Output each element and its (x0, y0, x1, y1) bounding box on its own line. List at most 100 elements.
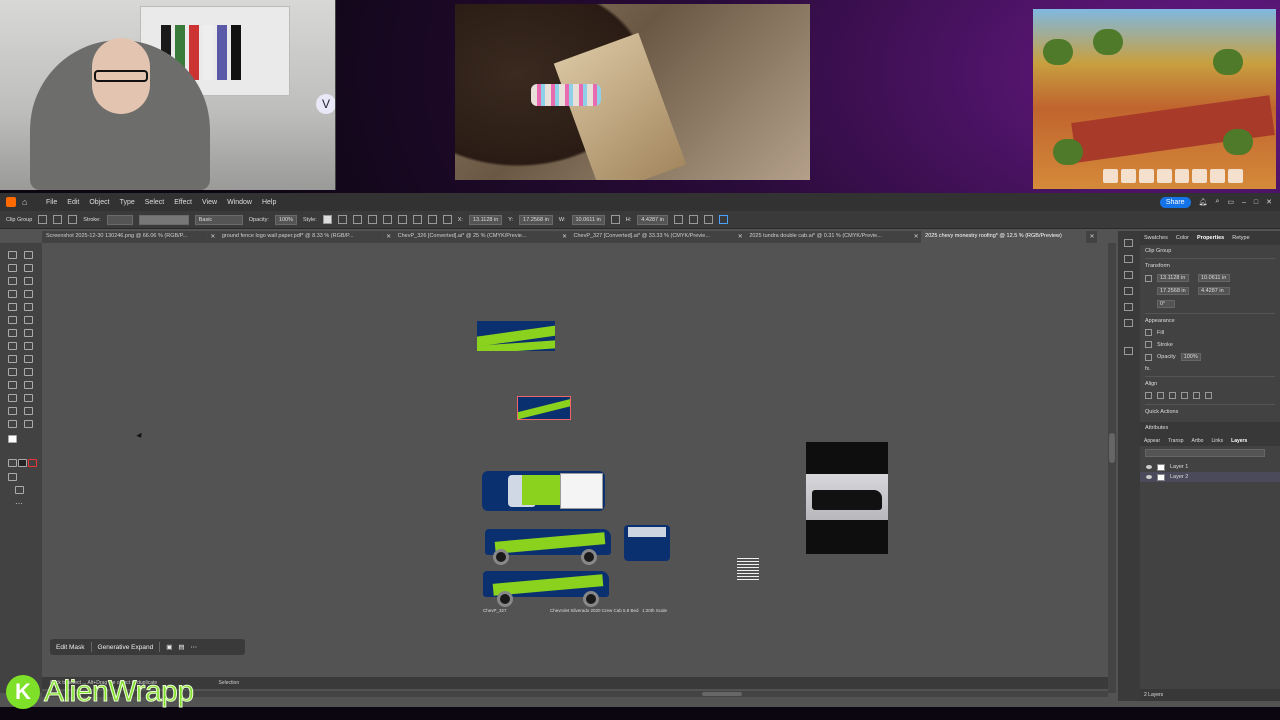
perspective-tool-icon[interactable] (24, 355, 33, 363)
truck-photo[interactable] (806, 442, 888, 554)
tab-transparency[interactable]: Transp (1168, 438, 1183, 444)
menu-effect[interactable]: Effect (174, 199, 192, 206)
draw-mode-icon[interactable] (8, 473, 17, 481)
close-tab-icon[interactable]: ✕ (383, 231, 394, 243)
layer-row[interactable]: Layer 1 (1140, 462, 1280, 472)
tab-layers[interactable]: Layers (1231, 438, 1247, 444)
hand-tool-icon[interactable] (8, 420, 17, 428)
close-tab-icon[interactable]: ✕ (559, 231, 570, 243)
layers-search-input[interactable] (1145, 449, 1265, 457)
fx-button[interactable]: fx. (1145, 366, 1275, 372)
truck-rear-view-artwork[interactable] (624, 525, 670, 561)
crop-icon[interactable]: ▤ (178, 643, 184, 651)
type-tool-icon[interactable] (8, 290, 17, 298)
tab-links[interactable]: Links (1211, 438, 1223, 444)
text-block-artwork[interactable] (737, 558, 759, 582)
close-tab-icon[interactable]: ✕ (735, 231, 746, 243)
color-mode-icon[interactable] (8, 459, 17, 467)
transform-x-field[interactable]: 13.1128 in (1157, 274, 1189, 282)
tab-properties[interactable]: Properties (1197, 235, 1224, 241)
logo-banner-artwork[interactable] (477, 321, 555, 351)
character-icon[interactable] (1124, 271, 1133, 279)
menu-object[interactable]: Object (89, 199, 109, 206)
quick-action-icon[interactable] (718, 215, 728, 224)
zoom-tool-icon[interactable] (24, 420, 33, 428)
symbol-sprayer-tool-icon[interactable] (8, 394, 17, 402)
doc-tab[interactable]: 2025 tundra double cab.ai* @ 0.31 % (CMY… (745, 231, 912, 243)
w-field[interactable]: 10.0611 in (571, 214, 605, 225)
tab-color[interactable]: Color (1176, 235, 1189, 241)
artboard-tool-icon[interactable] (8, 407, 17, 415)
constrain-link-icon[interactable] (610, 215, 620, 224)
screen-mode-icon[interactable] (15, 486, 24, 494)
free-transform-tool-icon[interactable] (24, 342, 33, 350)
horizontal-scrollbar[interactable] (42, 691, 1108, 697)
gradient-mode-icon[interactable] (18, 459, 27, 467)
isolate-icon[interactable] (38, 215, 48, 224)
actions-icon[interactable] (1124, 347, 1133, 355)
align-top-icon[interactable] (397, 215, 407, 224)
edit-mask-button[interactable]: Edit Mask (56, 644, 85, 651)
transform-y-field[interactable]: 17.2568 in (1157, 287, 1189, 295)
truck-side-right-artwork[interactable] (483, 565, 609, 607)
distribute-icon[interactable] (703, 215, 713, 224)
home-icon[interactable]: ⌂ (22, 197, 32, 207)
menu-select[interactable]: Select (145, 199, 164, 206)
visibility-icon[interactable] (1146, 465, 1152, 469)
reference-point-icon[interactable] (1145, 274, 1152, 282)
maximize-icon[interactable]: □ (1254, 199, 1258, 206)
gradient-tool-icon[interactable] (24, 368, 33, 376)
tab-swatches[interactable]: Swatches (1144, 235, 1168, 241)
align-bottom-icon[interactable] (427, 215, 437, 224)
doc-tab[interactable]: ground fence logo wall paper.pdf* @ 8.33… (217, 231, 384, 243)
reference-point-icon[interactable] (442, 215, 452, 224)
y-field[interactable]: 17.2568 in (519, 214, 553, 225)
transform-w-field[interactable]: 10.0611 in (1198, 274, 1230, 282)
share-button[interactable]: Share (1159, 196, 1191, 208)
rotate-angle-field[interactable]: 0° (1157, 300, 1175, 308)
opacity-field[interactable]: 100% (1180, 353, 1201, 361)
stroke-swatch-icon[interactable] (1145, 341, 1152, 348)
menu-help[interactable]: Help (262, 199, 276, 206)
minimize-icon[interactable]: – (1242, 199, 1246, 206)
scale-tool-icon[interactable] (24, 329, 33, 337)
paintbrush-tool-icon[interactable] (24, 303, 33, 311)
eyedropper-tool-icon[interactable] (8, 381, 17, 389)
align-right-icon[interactable] (382, 215, 392, 224)
pen-tool-icon[interactable] (8, 277, 17, 285)
doc-tab[interactable]: ChevP_327 [Converted].ai* @ 33.33 % (CMY… (569, 231, 736, 243)
menu-type[interactable]: Type (120, 199, 135, 206)
arrange-icon[interactable] (688, 215, 698, 224)
menu-view[interactable]: View (202, 199, 217, 206)
opacity-field[interactable]: 100% (274, 214, 297, 225)
layer-row[interactable]: Layer 2 (1140, 472, 1280, 482)
slice-tool-icon[interactable] (24, 407, 33, 415)
paragraph-icon[interactable] (1124, 287, 1133, 295)
lasso-tool-icon[interactable] (24, 264, 33, 272)
tab-retype[interactable]: Retype (1232, 235, 1249, 241)
menu-window[interactable]: Window (227, 199, 252, 206)
truck-side-left-artwork[interactable] (485, 523, 611, 565)
none-mode-icon[interactable] (28, 459, 37, 467)
selected-banner-artwork[interactable] (517, 396, 571, 420)
shape-builder-tool-icon[interactable] (8, 355, 17, 363)
close-icon[interactable]: ✕ (1266, 198, 1272, 206)
tab-appearance[interactable]: Appear (1144, 438, 1160, 444)
align-center-icon[interactable] (367, 215, 377, 224)
visibility-icon[interactable] (1146, 475, 1152, 479)
align-right-icon[interactable] (1169, 392, 1176, 399)
tab-artboards[interactable]: Artbo (1192, 438, 1204, 444)
blend-tool-icon[interactable] (24, 381, 33, 389)
menu-file[interactable]: File (46, 199, 57, 206)
brush-field[interactable]: Basic (194, 214, 243, 225)
doc-tab[interactable]: ChevP_326 [Converted].ai* @ 25 % (CMYK/P… (393, 231, 560, 243)
align-vcenter-icon[interactable] (1193, 392, 1200, 399)
glyphs-icon[interactable] (1124, 303, 1133, 311)
transform-h-field[interactable]: 4.4287 in (1198, 287, 1230, 295)
align-top-icon[interactable] (1181, 392, 1188, 399)
bell-icon[interactable]: 🔔︎ (1199, 198, 1208, 206)
curvature-tool-icon[interactable] (24, 277, 33, 285)
more-options-icon[interactable]: ⋯ (191, 643, 198, 651)
width-tool-icon[interactable] (8, 342, 17, 350)
x-field[interactable]: 13.1128 in (468, 214, 503, 225)
